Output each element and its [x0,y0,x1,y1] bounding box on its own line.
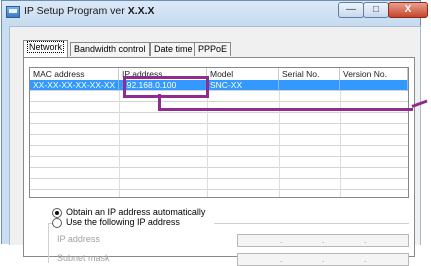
title-prefix: IP Setup Program ver [24,5,125,17]
cell-model: SNC-XX [207,80,279,91]
ip-address-label: IP address [57,234,100,244]
table-row-empty[interactable] [30,135,408,146]
col-divider [340,91,341,197]
app-window: IP Setup Program ver X.X.X — □ X Network… [1,0,428,266]
client-area: Network Bandwidth control Date time PPPo… [9,26,421,266]
subnet-mask-field[interactable]: . . . [237,253,409,266]
cell-serial [279,80,340,91]
tab-pppoe[interactable]: PPPoE [194,42,232,56]
ip-address-field[interactable]: . . . [237,234,409,247]
auto-ip-label[interactable]: Obtain an IP address automatically [66,207,205,217]
app-icon [6,6,20,18]
table-row-empty[interactable] [30,157,408,168]
col-divider [207,91,208,197]
window-title: IP Setup Program ver X.X.X [24,5,155,17]
table-row-empty[interactable] [30,179,408,190]
minimize-button[interactable]: — [338,2,364,18]
group-border [48,223,49,263]
callout-highlight-box [123,76,209,98]
col-serial-no[interactable]: Serial No. [279,68,340,80]
callout-line [158,108,413,111]
table-row-empty[interactable] [30,124,408,135]
col-version-no[interactable]: Version No. [340,68,408,80]
table-row[interactable]: XX-XX-XX-XX-XX-XX 192.168.0.100 SNC-XX [30,80,408,91]
col-divider [119,91,120,197]
col-divider [279,91,280,197]
title-version: X.X.X [127,5,155,17]
tab-network-label: Network [27,41,65,53]
title-bar[interactable]: IP Setup Program ver X.X.X — □ X [2,1,428,25]
cell-mac: XX-XX-XX-XX-XX-XX [30,80,119,91]
subnet-mask-label: Subnet mask [57,253,110,263]
device-list[interactable]: MAC address IP address Model Serial No. … [29,67,409,198]
table-row-empty[interactable] [30,168,408,179]
auto-ip-radio[interactable] [52,208,62,218]
group-border [214,223,409,224]
network-panel: MAC address IP address Model Serial No. … [23,57,415,266]
table-row-empty[interactable] [30,91,408,102]
tab-bandwidth-control[interactable]: Bandwidth control [70,42,150,56]
tab-network[interactable]: Network [23,40,69,57]
maximize-button[interactable]: □ [363,2,389,18]
col-model[interactable]: Model [207,68,279,80]
table-row-empty[interactable] [30,146,408,157]
table-row-empty[interactable] [30,113,408,124]
tab-date-time[interactable]: Date time [150,42,197,56]
cell-version [340,80,408,91]
manual-ip-label[interactable]: Use the following IP address [66,217,180,227]
close-button[interactable]: X [388,2,428,18]
col-mac-address[interactable]: MAC address [30,68,119,80]
manual-ip-radio[interactable] [52,218,62,228]
